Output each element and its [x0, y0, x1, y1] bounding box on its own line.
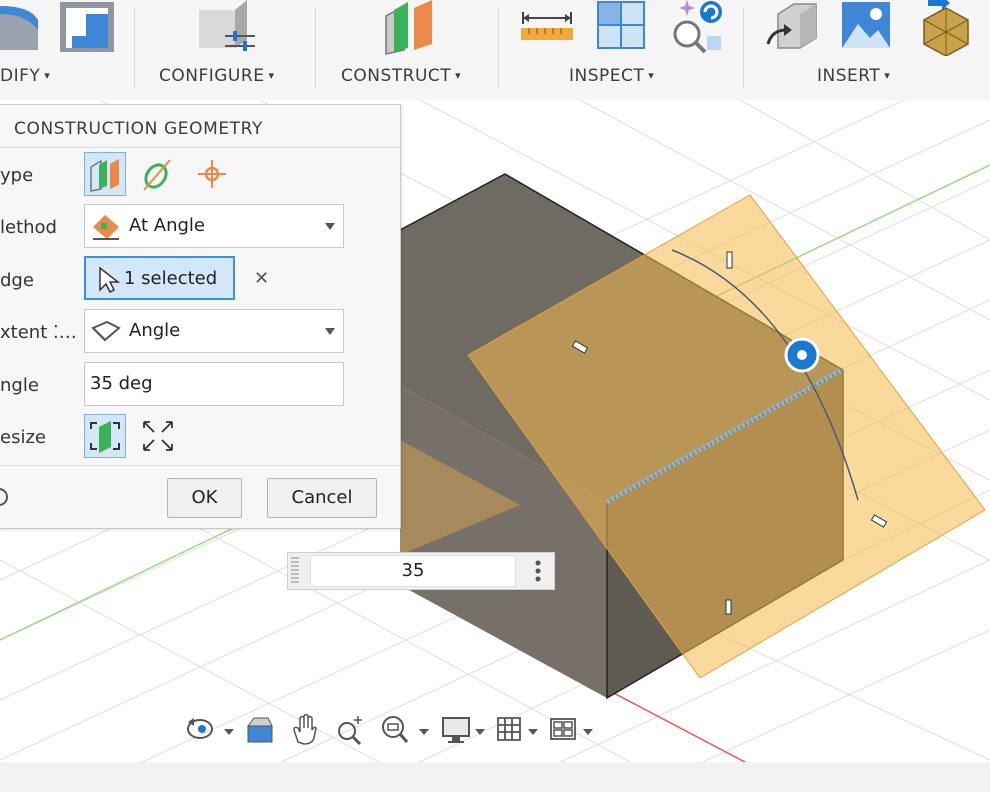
interference-icon[interactable] — [669, 0, 727, 54]
resize-fit-button[interactable] — [84, 414, 126, 458]
extent-label: xtent ⁚… — [0, 322, 77, 343]
shell-icon[interactable] — [58, 0, 116, 56]
dialog-title: CONSTRUCTION GEOMETRY — [14, 119, 263, 139]
clear-selection-icon[interactable]: ✕ — [254, 268, 269, 289]
at-angle-icon — [93, 215, 119, 240]
extent-value: Angle — [129, 320, 181, 341]
toolbar-group-modify[interactable]: DIFY ▾ — [0, 0, 134, 100]
insert-derive-icon[interactable] — [764, 0, 820, 54]
type-label: ype — [0, 165, 34, 186]
construct-label: CONSTRUCT — [341, 66, 452, 86]
angle-input[interactable]: 35 deg — [84, 362, 344, 406]
plane-handle[interactable] — [726, 251, 733, 269]
modify-label: DIFY — [0, 66, 41, 86]
configure-icon[interactable] — [195, 0, 257, 56]
display-settings-icon[interactable] — [440, 712, 472, 746]
measure-icon[interactable] — [521, 10, 573, 42]
angle-value-input[interactable]: 35 — [310, 555, 516, 587]
point-type-icon — [198, 160, 226, 188]
plane-type-icon — [90, 159, 119, 192]
construct-plane-icon[interactable] — [380, 0, 438, 56]
toolbar-group-insert[interactable]: INSERT ▾ — [744, 0, 990, 100]
toolbar: DIFY ▾ CONFIGURE ▾ CONSTRUCT ▾ INSPECT ▾… — [0, 0, 990, 100]
navigation-bar — [180, 708, 600, 754]
viewports-icon[interactable] — [548, 712, 578, 746]
toolbar-label-insert[interactable]: INSERT ▾ — [817, 66, 890, 86]
angle-value: 35 deg — [90, 373, 153, 394]
toolbar-label-modify[interactable]: DIFY ▾ — [0, 66, 50, 86]
toolbar-group-construct[interactable]: CONSTRUCT ▾ — [316, 0, 498, 100]
info-icon[interactable] — [0, 488, 8, 506]
toolbar-label-configure[interactable]: CONFIGURE ▾ — [159, 66, 274, 86]
angle-value-manipulator: 35 — [287, 552, 555, 590]
method-value: At Angle — [129, 215, 205, 236]
toolbar-group-configure[interactable]: CONFIGURE ▾ — [135, 0, 315, 100]
extent-select[interactable]: Angle — [84, 309, 344, 353]
cancel-button[interactable]: Cancel — [267, 478, 377, 518]
resize-expand-button[interactable] — [138, 414, 180, 458]
edge-value: 1 selected — [124, 268, 218, 289]
edge-selection-button[interactable]: 1 selected — [84, 256, 235, 300]
cursor-arrow-icon — [99, 266, 120, 294]
angle-label: ngle — [0, 375, 39, 396]
grid-icon[interactable] — [494, 712, 524, 746]
toolbar-label-construct[interactable]: CONSTRUCT ▾ — [341, 66, 461, 86]
section-analysis-icon[interactable] — [596, 0, 646, 50]
expand-arrows-icon — [143, 421, 173, 451]
divider — [0, 465, 400, 466]
resize-fit-icon — [90, 421, 120, 453]
chevron-down-icon — [325, 328, 335, 335]
axis-type-icon — [143, 159, 171, 191]
resize-label: esize — [0, 427, 46, 448]
angle-extent-icon — [91, 320, 121, 342]
more-options-icon[interactable] — [532, 557, 544, 585]
toolbar-label-inspect[interactable]: INSPECT ▾ — [569, 66, 654, 86]
zoom-icon[interactable] — [334, 712, 366, 746]
chevron-down-icon[interactable] — [583, 729, 593, 735]
type-point-button[interactable] — [192, 152, 234, 196]
divider — [0, 147, 400, 148]
type-plane-button[interactable] — [84, 152, 126, 196]
chevron-down-icon: ▾ — [268, 69, 275, 82]
status-bar — [0, 762, 990, 792]
toolbar-group-inspect[interactable]: INSPECT ▾ — [499, 0, 743, 100]
drag-handle-icon[interactable] — [291, 557, 299, 585]
pan-hand-icon[interactable] — [288, 712, 320, 746]
chevron-down-icon[interactable] — [528, 729, 538, 735]
angle-manipulator-icon[interactable] — [784, 337, 820, 373]
type-axis-button[interactable] — [138, 152, 180, 196]
chevron-down-icon: ▾ — [884, 69, 891, 82]
fit-zoom-icon[interactable] — [378, 712, 410, 746]
chevron-down-icon[interactable] — [475, 729, 485, 735]
edge-label: dge — [0, 270, 34, 291]
chevron-down-icon[interactable] — [419, 729, 429, 735]
press-pull-icon[interactable] — [0, 0, 44, 54]
method-select[interactable]: At Angle — [84, 204, 344, 248]
inspect-label: INSPECT — [569, 66, 645, 86]
orbit-icon[interactable] — [184, 712, 216, 746]
insert-mesh-icon[interactable] — [920, 0, 972, 56]
construction-geometry-dialog: CONSTRUCTION GEOMETRY ype lethod At Angl… — [0, 104, 401, 529]
configure-label: CONFIGURE — [159, 66, 265, 86]
look-at-icon[interactable] — [244, 712, 276, 746]
plane-handle[interactable] — [725, 599, 732, 615]
ok-button[interactable]: OK — [167, 478, 242, 518]
insert-canvas-icon[interactable] — [840, 0, 892, 50]
chevron-down-icon — [325, 223, 335, 230]
chevron-down-icon[interactable] — [224, 729, 234, 735]
insert-label: INSERT — [817, 66, 881, 86]
method-label: lethod — [0, 217, 57, 238]
chevron-down-icon: ▾ — [455, 69, 462, 82]
chevron-down-icon: ▾ — [44, 69, 51, 82]
chevron-down-icon: ▾ — [648, 69, 655, 82]
